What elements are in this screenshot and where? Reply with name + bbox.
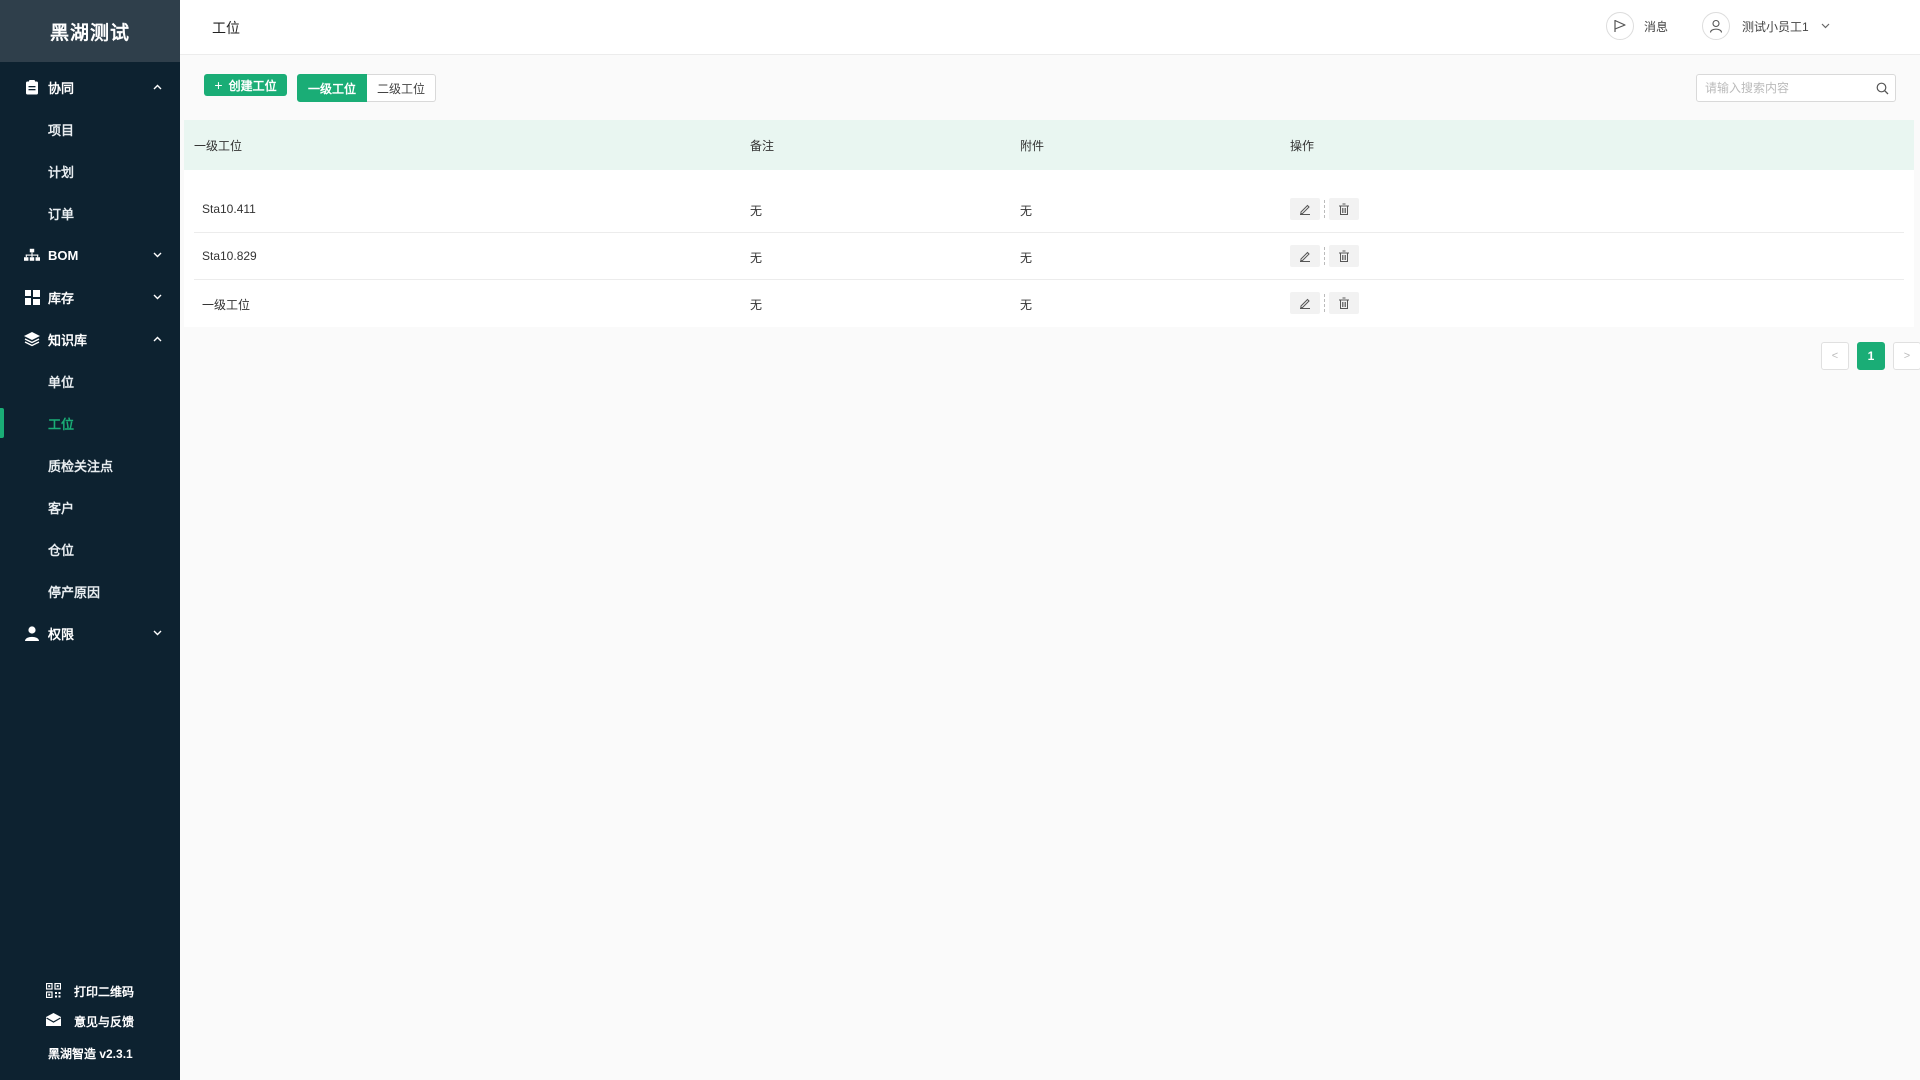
workstation-table: 一级工位 备注 附件 操作 Sta10.411 无 无 Sta10.829 无 … [184,120,1914,327]
create-workstation-button[interactable]: + 创建工位 [204,74,287,96]
chevron-up-icon [152,82,162,92]
brand-logo[interactable]: 黑湖测试 [0,0,180,62]
cell-name: Sta10.829 [202,249,257,263]
chevron-down-icon [152,292,162,302]
sidebar-group-label: 库存 [48,290,75,306]
user-name: 测试小员工1 [1742,19,1809,34]
sidebar-group-permission[interactable]: 权限 [0,612,180,654]
delete-button[interactable] [1329,245,1359,267]
tab-level-two[interactable]: 二级工位 [367,74,437,102]
cell-name: Sta10.411 [202,202,256,216]
pencil-icon [1300,251,1310,262]
sidebar-group-inventory[interactable]: 库存 [0,276,180,318]
grid-icon [24,289,40,305]
sidebar-group-label: 权限 [48,626,75,642]
plus-icon: + [214,77,223,93]
user-avatar-icon [1702,12,1730,40]
create-workstation-label: 创建工位 [228,78,277,93]
edit-button[interactable] [1290,245,1320,267]
print-qr-button[interactable]: 打印二维码 [0,976,180,1006]
action-divider [1324,200,1325,218]
delete-button[interactable] [1329,292,1359,314]
tab-level-one[interactable]: 一级工位 [297,74,368,102]
sidebar-item-customer[interactable]: 客户 [0,486,180,528]
trash-icon [1339,297,1349,309]
layers-icon [24,331,40,347]
search-box [1696,74,1896,102]
print-qr-label: 打印二维码 [74,984,135,999]
clipboard-icon [24,79,40,95]
top-header: 工位 消息 测试小员工1 [180,0,1920,55]
app-version: 黑湖智造 v2.3.1 [48,1046,133,1061]
chevron-down-icon [1821,23,1830,29]
table-row: Sta10.411 无 无 [194,186,1904,233]
sidebar-menu: 协同 项目 计划 订单 BOM 库存 知识库 单位 工位 质检关注点 客户 仓位… [0,62,180,654]
sidebar-group-label: 知识库 [48,332,88,348]
row-actions [1290,292,1359,314]
sidebar-item-stop-reason[interactable]: 停产原因 [0,570,180,612]
trash-icon [1339,203,1349,215]
sidebar-item-storage[interactable]: 仓位 [0,528,180,570]
chevron-down-icon [152,628,162,638]
trash-icon [1339,250,1349,262]
level-switch: 一级工位 二级工位 [297,74,437,102]
pencil-icon [1300,204,1310,215]
qrcode-icon [46,983,62,999]
cell-name: 一级工位 [202,298,251,312]
cell-remark: 无 [750,204,763,218]
edit-button[interactable] [1290,292,1320,314]
flag-icon [1606,12,1634,40]
chevron-down-icon [152,250,162,260]
table-row: 一级工位 无 无 [194,280,1904,327]
sidebar: 黑湖测试 协同 项目 计划 订单 BOM 库存 知识库 单位 工位 质检关注点 … [0,0,180,1080]
page-title: 工位 [212,20,240,36]
messages-button[interactable]: 消息 [1606,12,1668,40]
delete-button[interactable] [1329,198,1359,220]
messages-label: 消息 [1644,19,1669,34]
table-header: 一级工位 备注 附件 操作 [184,120,1914,170]
table-body: Sta10.411 无 无 Sta10.829 无 无 一级工位 无 无 [184,170,1914,327]
sidebar-item-unit[interactable]: 单位 [0,360,180,402]
action-divider [1324,247,1325,265]
cell-attachment: 无 [1020,251,1033,265]
hierarchy-icon [24,247,40,263]
sidebar-item-plan[interactable]: 计划 [0,150,180,192]
feedback-button[interactable]: 意见与反馈 [0,1006,180,1036]
sidebar-group-label: 协同 [48,80,75,96]
sidebar-group-label: BOM [48,247,79,263]
sidebar-group-collab[interactable]: 协同 [0,66,180,108]
chevron-up-icon [152,334,162,344]
column-header-attachment: 附件 [1020,138,1045,153]
row-actions [1290,245,1359,267]
sidebar-group-bom[interactable]: BOM [0,234,180,276]
search-icon[interactable] [1869,82,1895,95]
table-row: Sta10.829 无 无 [194,233,1904,280]
column-header-remark: 备注 [750,138,775,153]
page-button-current[interactable]: 1 [1857,342,1885,370]
sidebar-item-workstation[interactable]: 工位 [0,402,180,444]
column-header-actions: 操作 [1290,138,1315,153]
sidebar-item-project[interactable]: 项目 [0,108,180,150]
row-actions [1290,198,1359,220]
edit-button[interactable] [1290,198,1320,220]
search-input[interactable] [1697,75,1869,101]
cell-attachment: 无 [1020,298,1033,312]
column-header-name: 一级工位 [194,138,243,153]
feedback-label: 意见与反馈 [74,1014,135,1029]
cell-remark: 无 [750,298,763,312]
cell-attachment: 无 [1020,204,1033,218]
mail-icon [46,1013,62,1029]
prev-page-button[interactable]: < [1821,342,1849,370]
action-divider [1324,294,1325,312]
pagination: < 1 > [1821,342,1920,370]
next-page-button[interactable]: > [1893,342,1920,370]
user-menu[interactable]: 测试小员工1 [1702,12,1830,40]
pencil-icon [1300,298,1310,309]
sidebar-footer: 打印二维码 意见与反馈 黑湖智造 v2.3.1 [0,976,180,1070]
sidebar-item-order[interactable]: 订单 [0,192,180,234]
sidebar-group-knowledge[interactable]: 知识库 [0,318,180,360]
user-icon [24,625,40,641]
cell-remark: 无 [750,251,763,265]
sidebar-item-qc-point[interactable]: 质检关注点 [0,444,180,486]
